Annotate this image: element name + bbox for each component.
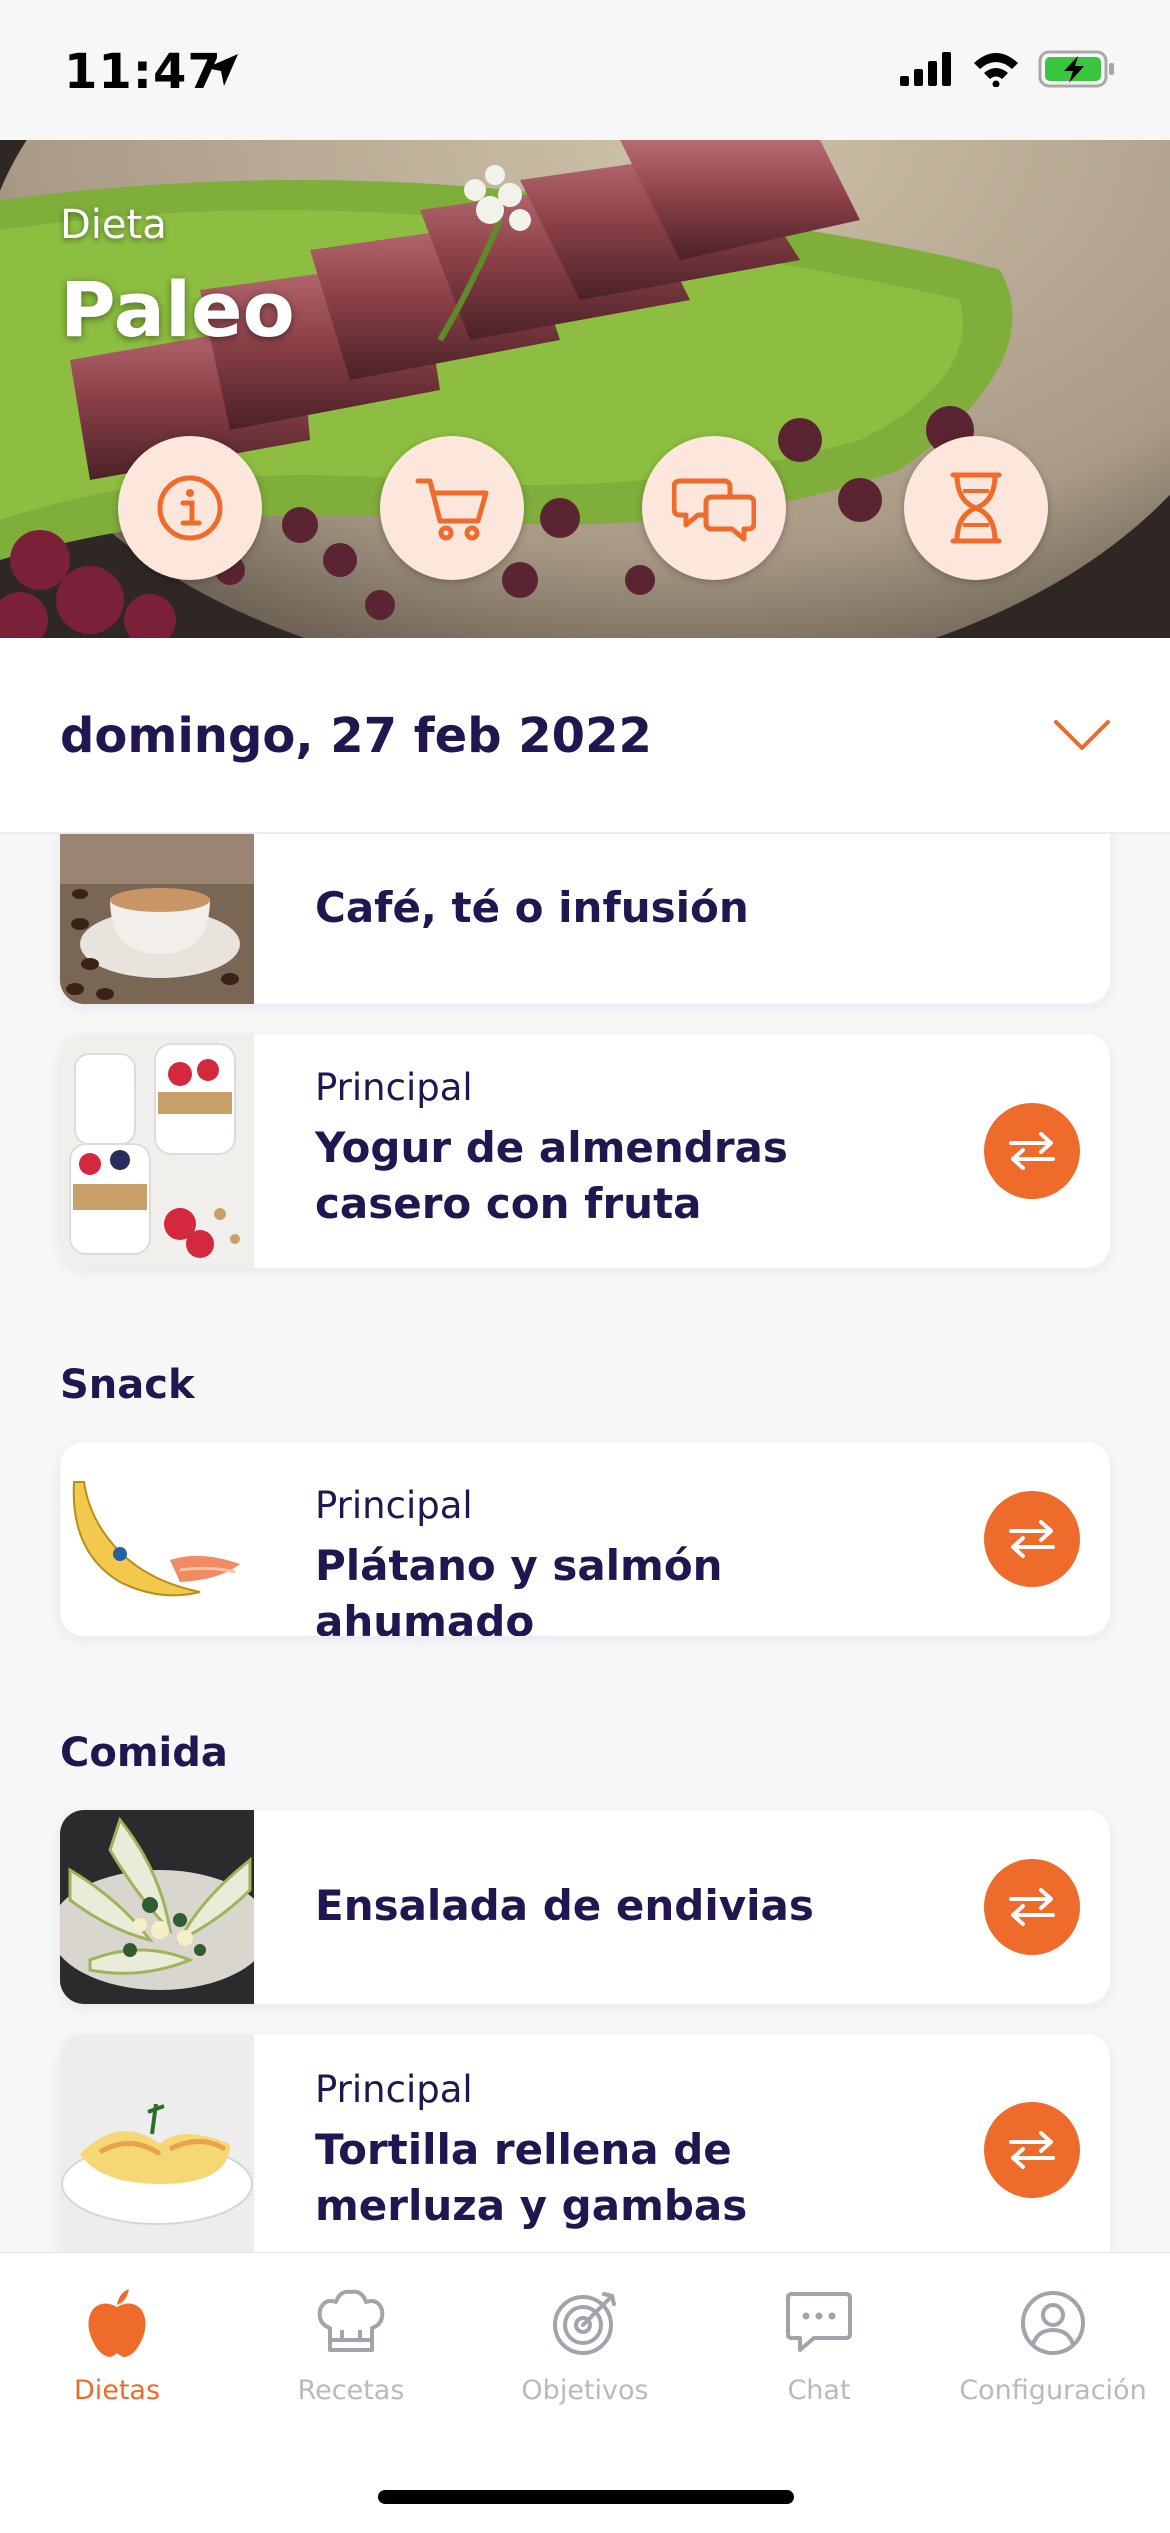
meal-type: Principal: [315, 1484, 473, 1527]
swap-arrows-icon: [1009, 1888, 1055, 1926]
swap-meal-button[interactable]: [984, 1103, 1080, 1199]
chef-hat-icon: [317, 2289, 385, 2352]
swap-arrows-icon: [1009, 1132, 1055, 1170]
shopping-cart-button[interactable]: [380, 436, 524, 580]
meal-name: Ensalada de endivias: [315, 1881, 814, 1930]
info-icon: [157, 475, 223, 541]
swap-arrows-icon: [1009, 1520, 1055, 1558]
target-icon: [553, 2292, 616, 2355]
tab-objetivos[interactable]: Objetivos: [468, 2283, 702, 2406]
date-selector[interactable]: domingo, 27 feb 2022: [0, 638, 1170, 834]
chevron-down-icon[interactable]: [1052, 718, 1112, 754]
selected-date: domingo, 27 feb 2022: [60, 708, 652, 764]
meal-type: Principal: [315, 2068, 473, 2111]
swap-arrows-icon: [1009, 2131, 1055, 2169]
section-title-snack: Snack: [60, 1362, 195, 1408]
meal-name: Plátano y salmón ahumado: [315, 1541, 723, 1636]
tab-label: Configuración: [959, 2375, 1147, 2406]
home-indicator[interactable]: [378, 2490, 794, 2504]
signal-icon: [900, 52, 951, 86]
meal-card[interactable]: Café, té o infusión: [60, 834, 1110, 1004]
hero-subtitle: Dieta: [60, 202, 167, 248]
tab-dietas[interactable]: Dietas: [0, 2283, 234, 2406]
meal-card[interactable]: Ensalada de endivias: [60, 1810, 1110, 2004]
tab-recetas[interactable]: Recetas: [234, 2283, 468, 2406]
section-title-comida: Comida: [60, 1730, 228, 1776]
apple-icon: [88, 2289, 146, 2357]
status-time: 11:47: [64, 44, 222, 100]
tab-label: Objetivos: [521, 2375, 649, 2406]
meal-card[interactable]: Principal Plátano y salmón ahumado: [60, 1442, 1110, 1636]
swap-meal-button[interactable]: [984, 2102, 1080, 2198]
tortilla-thumbnail: [60, 2034, 254, 2252]
location-arrow-icon: [206, 54, 238, 86]
yogurt-thumbnail: [60, 1034, 254, 1268]
hero-title: Paleo: [60, 265, 295, 354]
status-icons: [900, 50, 1116, 88]
tab-chat[interactable]: Chat: [702, 2283, 936, 2406]
swap-meal-button[interactable]: [984, 1859, 1080, 1955]
meal-card[interactable]: Principal Tortilla rellena de merluza y …: [60, 2034, 1110, 2252]
hourglass-icon: [950, 472, 1002, 544]
diet-hero-banner: Dieta Paleo: [0, 140, 1170, 638]
meal-card[interactable]: Principal Yogur de almendras casero con …: [60, 1034, 1110, 1268]
tab-label: Chat: [787, 2375, 851, 2406]
diet-info-button[interactable]: [118, 436, 262, 580]
banana-salmon-thumbnail: [60, 1442, 254, 1636]
meal-name: Café, té o infusión: [315, 883, 749, 932]
user-circle-icon: [1021, 2291, 1085, 2355]
meal-name: Yogur de almendras casero con fruta: [315, 1123, 788, 1228]
cart-icon: [415, 478, 489, 541]
tab-label: Recetas: [297, 2375, 405, 2406]
meal-list[interactable]: Café, té o infusión Principal Yogur de a…: [0, 834, 1170, 2252]
swap-meal-button[interactable]: [984, 1491, 1080, 1587]
chat-bubbles-icon: [672, 478, 756, 542]
endive-salad-thumbnail: [60, 1810, 254, 2004]
dna-button[interactable]: [904, 436, 1048, 580]
chat-icon: [786, 2292, 852, 2352]
tab-label: Dietas: [73, 2375, 161, 2406]
battery-charging-icon: [1038, 50, 1114, 88]
wifi-icon: [974, 53, 1018, 87]
meal-type: Principal: [315, 1066, 473, 1109]
tab-configuracion[interactable]: Configuración: [936, 2283, 1170, 2406]
meal-name: Tortilla rellena de merluza y gambas: [315, 2125, 748, 2230]
coffee-thumbnail: [60, 834, 254, 1004]
diet-chat-button[interactable]: [642, 436, 786, 580]
status-bar: 11:47: [0, 0, 1170, 140]
